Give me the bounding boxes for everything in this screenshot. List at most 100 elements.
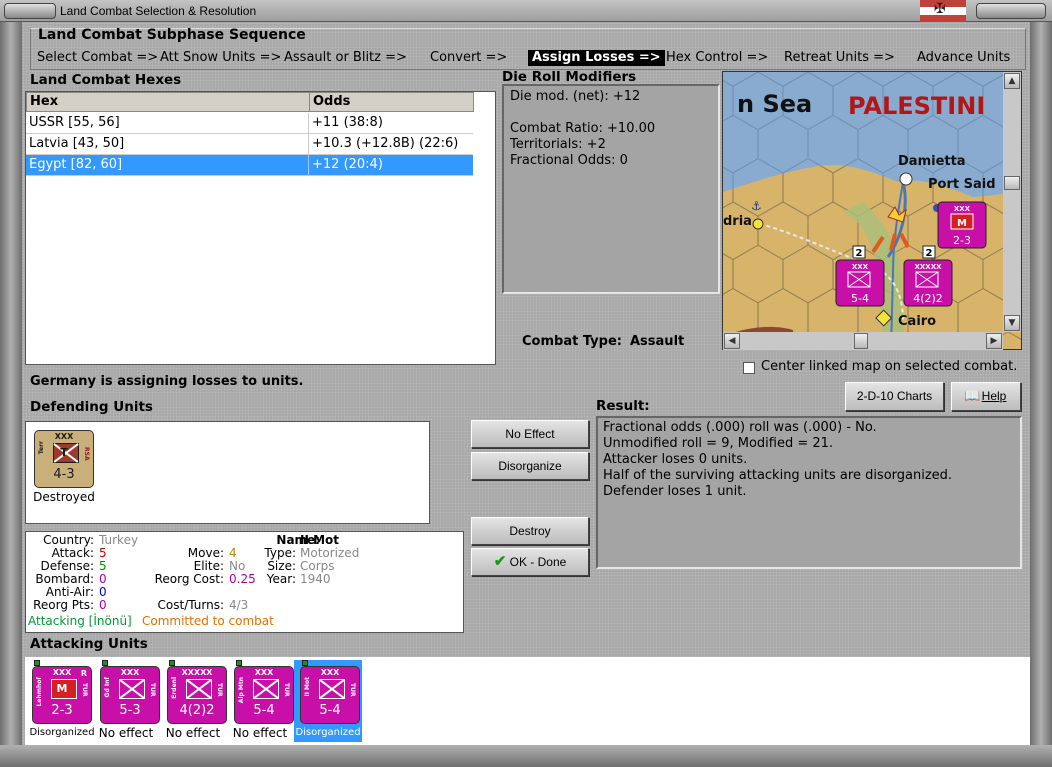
unit-status-dot — [302, 660, 308, 666]
unit-left-label: Alp Mtn — [238, 677, 245, 704]
unit-right-label: TUR — [283, 683, 290, 697]
phase-convert: Convert => — [430, 50, 508, 65]
attacking-status: Attacking [İnönü] — [28, 614, 132, 628]
result-line: Defender loses 1 unit. — [603, 484, 747, 499]
ok-done-label: OK - Done — [509, 555, 567, 569]
phase-hex-control: Hex Control => — [666, 50, 769, 65]
map-city-damietta: Damietta — [898, 154, 966, 169]
unit-status-dot — [102, 660, 108, 666]
attacking-unit-counter-selected[interactable]: XXX II Mot TUR 5-4 — [300, 666, 360, 724]
attacking-unit-counter[interactable]: XXXXX Erdenl TUR 4(2)2 — [167, 666, 227, 724]
defending-title: Defending Units — [30, 399, 153, 415]
map-vertical-scrollbar[interactable]: ▲ ▼ — [1003, 72, 1021, 332]
year-value: 1940 — [300, 572, 331, 586]
linked-map[interactable]: n Sea PALESTINI Damietta Port Said dria … — [722, 71, 1022, 350]
map-horizontal-scrollbar[interactable]: ◀ ▶ — [723, 332, 1003, 350]
anchor-icon: ⚓ — [751, 199, 762, 213]
attacking-unit-status: No effect — [98, 726, 154, 740]
window-titlebar[interactable]: Land Combat Selection & Resolution — [0, 0, 1052, 22]
die-mod-net: Die mod. (net): +12 — [510, 89, 641, 104]
map-unit-size: XXX — [852, 263, 869, 271]
unit-status-dot — [236, 660, 242, 666]
phase-assault-or-blitz: Assault or Blitz => — [284, 50, 407, 65]
unit-strength: 5-4 — [253, 703, 275, 718]
hex-cell: Latvia [43, 50] — [26, 134, 309, 155]
committed-status: Committed to combat — [142, 614, 274, 628]
infantry-unit-icon — [186, 679, 212, 699]
scroll-down-icon[interactable]: ▼ — [1004, 315, 1020, 331]
table-row[interactable]: Latvia [43, 50] +10.3 (+12.8B) (22:6) — [26, 134, 473, 155]
scroll-thumb[interactable] — [1004, 176, 1020, 190]
window-close-button[interactable] — [976, 3, 1046, 19]
window-title: Land Combat Selection & Resolution — [60, 4, 257, 18]
phase-advance-units: Advance Units — [917, 50, 1011, 65]
unit-right-label: TUR — [149, 683, 156, 697]
defending-units-panel: XXX Terr RSA T 4-3 Destroyed — [25, 421, 430, 524]
attacking-unit-status: No effect — [165, 726, 221, 740]
die-roll-panel: Die mod. (net): +12 Combat Ratio: +10.00… — [502, 84, 720, 294]
attacking-unit-counter[interactable]: XXX R Lehmhof TUR M 2-3 — [32, 666, 92, 724]
unit-right-label: TUR — [349, 683, 356, 697]
odds-cell: +11 (38:8) — [312, 115, 383, 130]
reorg-pts-label: Reorg Pts: — [33, 598, 94, 612]
destroy-button[interactable]: Destroy — [471, 517, 589, 545]
scroll-thumb[interactable] — [854, 333, 868, 349]
phase-select-combat: Select Combat => — [37, 50, 159, 65]
ok-done-button[interactable]: ✔ OK - Done — [471, 548, 589, 576]
unit-strength: 5-4 — [319, 703, 341, 718]
window-menu-button[interactable] — [4, 3, 56, 19]
result-line: Attacker loses 0 units. — [603, 452, 748, 467]
help-button[interactable]: 📖 Help — [951, 382, 1021, 411]
mountain-unit-icon — [253, 679, 279, 699]
unit-left-label: II Mot — [304, 677, 311, 697]
map-city-port-said: Port Said — [928, 177, 996, 192]
reorg-cost-label: Reorg Cost: — [154, 572, 224, 586]
help-button-label: Help — [981, 389, 1007, 403]
table-row-selected[interactable]: Egypt [82, 60] +12 (20:4) — [26, 155, 473, 176]
result-title: Result: — [596, 398, 650, 414]
column-header-odds[interactable]: Odds — [309, 92, 474, 112]
map-unit-stack-3[interactable]: XXX M 2-3 — [937, 201, 987, 249]
odds-cell: +12 (20:4) — [312, 157, 383, 172]
window-frame-right — [1030, 22, 1052, 767]
phase-assign-losses: Assign Losses => — [528, 50, 665, 66]
cost-turns-value: 4/3 — [229, 598, 249, 612]
charts-button[interactable]: 2-D-10 Charts — [845, 382, 944, 411]
attacking-unit-counter[interactable]: XXX Gd Inf TUR 5-3 — [100, 666, 160, 724]
phase-att-snow-units: Att Snow Units => — [160, 50, 282, 65]
phase-retreat-units: Retreat Units => — [784, 50, 895, 65]
unit-flag: R — [80, 669, 87, 678]
year-label: Year: — [266, 572, 296, 586]
combat-ratio: Combat Ratio: +10.00 — [510, 121, 656, 136]
unit-strength: 4-3 — [53, 467, 75, 482]
combat-type-label: Combat Type: — [522, 334, 622, 349]
result-line: Half of the surviving attacking units ar… — [603, 468, 953, 483]
table-row[interactable]: USSR [55, 56] +11 (38:8) — [26, 113, 473, 134]
attacking-unit-counter[interactable]: XXX Alp Mtn TUR 5-4 — [234, 666, 294, 724]
hex-cell: Egypt [82, 60] — [26, 155, 309, 176]
scroll-left-icon[interactable]: ◀ — [724, 333, 740, 349]
alexandria-marker — [752, 218, 764, 230]
unit-right-label: TUR — [216, 683, 223, 697]
defending-unit-counter[interactable]: XXX Terr RSA T 4-3 — [34, 430, 94, 488]
stack-count: 2 — [926, 248, 933, 259]
attacking-unit-status: Disorganized — [29, 727, 95, 738]
column-header-hex[interactable]: Hex — [26, 92, 310, 112]
map-unit-size: XXX — [954, 205, 971, 213]
map-city-alexandria: dria — [723, 214, 752, 229]
scroll-right-icon[interactable]: ▶ — [986, 333, 1002, 349]
combat-hex-list[interactable]: Hex Odds USSR [55, 56] +11 (38:8) Latvia… — [25, 91, 496, 365]
map-unit-strength: 2-3 — [953, 234, 971, 247]
window-frame-bottom — [0, 745, 1052, 767]
status-text: Germany is assigning losses to units. — [30, 374, 304, 389]
disorganize-button[interactable]: Disorganize — [471, 452, 589, 480]
scroll-up-icon[interactable]: ▲ — [1004, 73, 1020, 89]
unit-strength: 4(2)2 — [179, 703, 215, 718]
map-unit-size: XXXXX — [915, 263, 943, 271]
no-effect-button[interactable]: No Effect — [471, 420, 589, 448]
unit-info-panel: Country: Turkey Attack: 5 Defense: 5 Bom… — [25, 531, 464, 633]
reorg-pts-value: 0 — [99, 598, 107, 612]
center-map-checkbox[interactable] — [743, 362, 755, 374]
unit-left-label: Erdenl — [171, 677, 178, 699]
unit-size: XXX — [254, 668, 274, 677]
